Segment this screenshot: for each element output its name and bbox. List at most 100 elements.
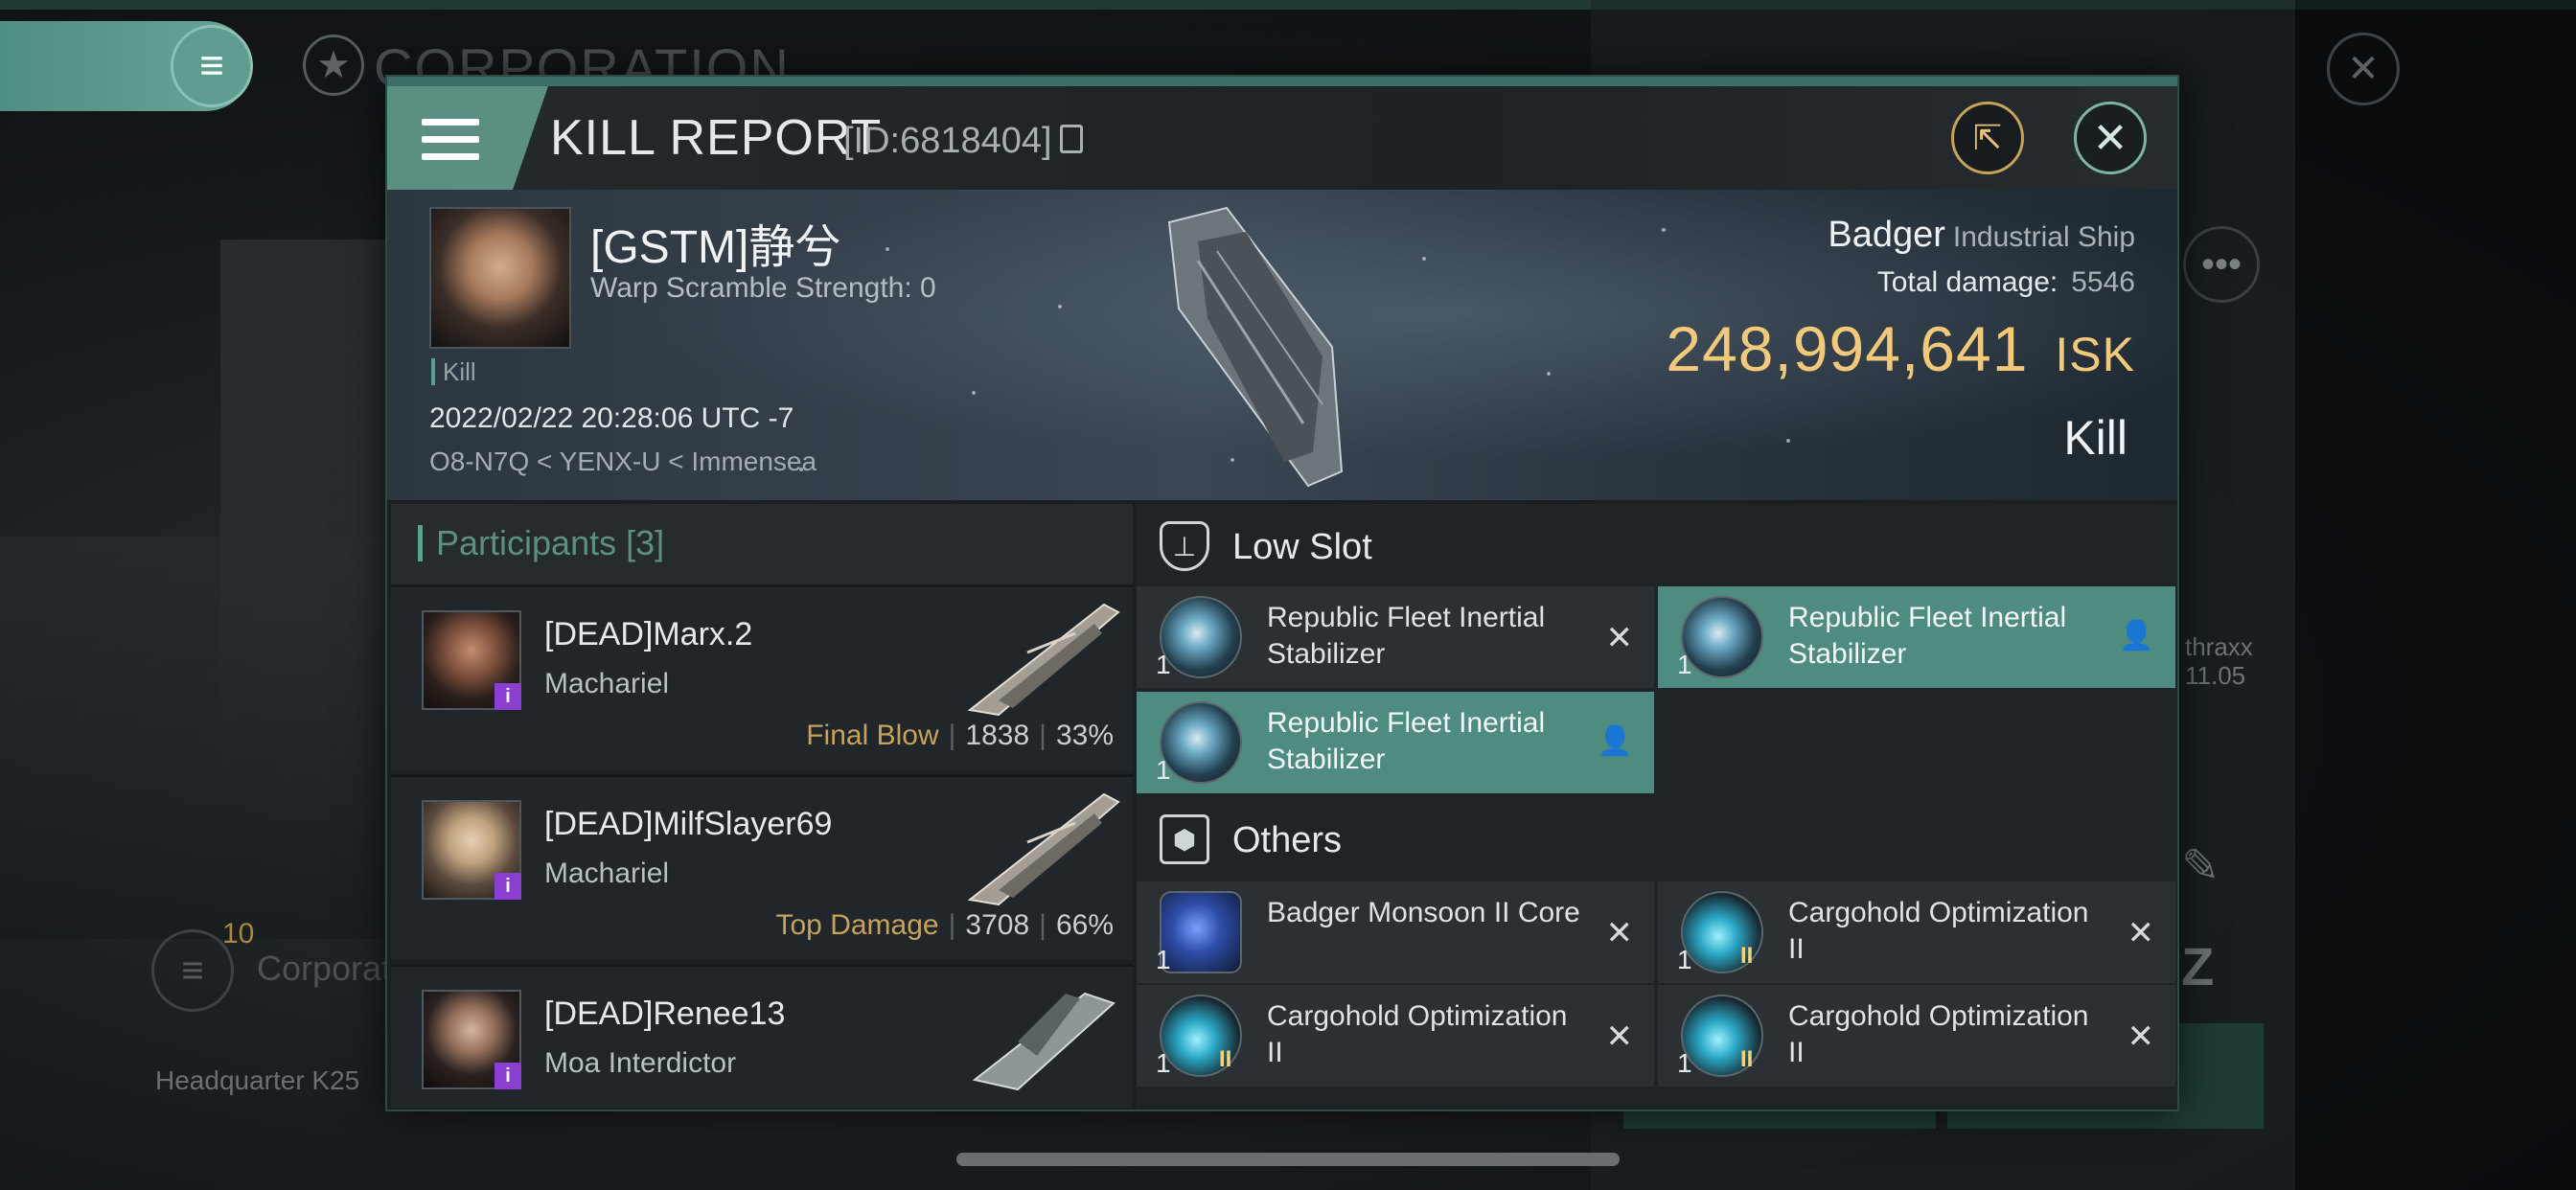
participant-ship: Machariel <box>544 668 670 699</box>
fitting-item[interactable]: 1 Badger Monsoon II Core ✕ <box>1137 881 1654 983</box>
module-icon <box>1160 701 1242 784</box>
participants-panel: Participants [3] i [DEAD]Marx.2 Macharie… <box>391 504 1133 1108</box>
ship-class: Industrial Ship <box>1952 221 2135 253</box>
kill-location[interactable]: O8-N7Q < YENX-U < Immensea <box>429 446 816 477</box>
item-quantity: 1 <box>1156 650 1171 679</box>
victim-ship-image <box>1167 206 1344 488</box>
kill-datetime: 2022/02/22 20:28:06 UTC -7 <box>429 402 794 434</box>
dropped-person-icon: 👤 <box>1597 725 1633 757</box>
isk-unit: ISK <box>2055 328 2135 381</box>
window-accent-line <box>387 77 2177 86</box>
item-name: Cargohold Optimization II <box>1788 897 2089 965</box>
item-quantity: 1 <box>1156 945 1171 974</box>
module-icon <box>1160 596 1242 678</box>
report-id: [ID:6818404] <box>843 121 1052 161</box>
participant-name: [DEAD]Marx.2 <box>544 616 753 652</box>
info-badge-icon: i <box>494 873 521 900</box>
item-name: Republic Fleet Inertial Stabilizer <box>1267 602 1546 670</box>
background-station-structure <box>0 537 383 939</box>
kill-report-window: KILL REPORT [ID:6818404] ⇱ ✕ [GSTM]静兮 Wa… <box>385 75 2179 1111</box>
item-name: Republic Fleet Inertial Stabilizer <box>1267 707 1546 775</box>
participant-damage: 3708 <box>965 909 1030 941</box>
participant-row[interactable]: i [DEAD]Renee13 Moa Interdictor <box>391 964 1133 1108</box>
fitting-item[interactable]: 1 Republic Fleet Inertial Stabilizer ✕ <box>1137 586 1654 688</box>
fitting-panel: ⊥ Low Slot 1 Republic Fleet Inertial Sta… <box>1137 504 2177 1108</box>
background-side-name: thraxx <box>2185 632 2253 661</box>
background-side-text: thraxx 11.05 <box>2185 632 2253 690</box>
participant-ship-image <box>972 992 1116 1091</box>
final-blow-label: Final Blow <box>806 720 939 751</box>
external-link-icon: ⇱ <box>1972 118 2003 157</box>
top-damage-label: Top Damage <box>775 909 939 941</box>
edit-icon[interactable]: ✎ <box>2181 839 2220 893</box>
warp-scramble-strength: Warp Scramble Strength: 0 <box>590 272 936 304</box>
background-close-icon[interactable]: ✕ <box>2327 33 2400 105</box>
tech-level-badge: II <box>1219 1046 1232 1072</box>
destroyed-icon: ✕ <box>2127 915 2155 951</box>
background-headquarter-label: Headquarter K25 <box>155 1065 360 1095</box>
window-title: KILL REPORT <box>550 110 883 166</box>
low-slot-icon: ⊥ <box>1160 521 1209 571</box>
victim-portrait[interactable] <box>429 207 571 349</box>
item-quantity: 1 <box>1156 1048 1171 1078</box>
low-slot-title: Low Slot <box>1232 527 1372 567</box>
core-module-icon <box>1160 891 1242 973</box>
fitting-item[interactable]: 1 II Cargohold Optimization II ✕ <box>1658 881 2175 983</box>
tech-level-badge: II <box>1740 1046 1754 1072</box>
participants-label: Participants <box>436 523 617 562</box>
isk-value: 248,994,641 ISK <box>1666 312 2135 385</box>
destroyed-icon: ✕ <box>1605 620 1634 656</box>
menu-icon <box>422 119 479 161</box>
participant-row[interactable]: i [DEAD]Marx.2 Machariel Final Blow | 1838… <box>391 584 1133 770</box>
item-quantity: 1 <box>1677 1048 1692 1078</box>
background-corp-count: 10 <box>222 918 255 950</box>
total-damage-label: Total damage: <box>1876 266 2058 298</box>
item-quantity: 1 <box>1677 650 1692 679</box>
participant-stats: Top Damage | 3708 | 66% <box>775 909 1115 941</box>
background-side-date: 11.05 <box>2185 661 2246 690</box>
destroyed-icon: ✕ <box>1605 1018 1634 1055</box>
close-button[interactable]: ✕ <box>2074 102 2147 174</box>
participant-row[interactable]: i [DEAD]MilfSlayer69 Machariel Top Damag… <box>391 774 1133 960</box>
info-badge-icon: i <box>494 1063 521 1089</box>
kill-tag: Kill <box>431 358 476 385</box>
fitting-item[interactable]: 1 II Cargohold Optimization II ✕ <box>1137 985 1654 1087</box>
fitting-item[interactable]: 1 Republic Fleet Inertial Stabilizer 👤 <box>1137 692 1654 793</box>
participants-count: [3] <box>626 523 665 562</box>
low-slot-header: ⊥ Low Slot <box>1137 504 2177 584</box>
participants-title: Participants [3] <box>418 525 664 561</box>
ship-name: Badger <box>1828 215 1945 255</box>
item-quantity: 1 <box>1156 755 1171 785</box>
participant-percent: 66% <box>1055 909 1114 941</box>
ship-type[interactable]: Badger Industrial Ship <box>1828 215 2135 256</box>
item-name: Cargohold Optimization II <box>1267 1000 1568 1068</box>
participant-ship: Machariel <box>544 858 670 889</box>
corporation-star-icon: ★ <box>303 34 364 96</box>
copy-icon[interactable] <box>1060 125 1083 153</box>
participant-ship: Moa Interdictor <box>544 1047 737 1079</box>
victim-name[interactable]: [GSTM]静兮 <box>590 209 840 276</box>
share-button[interactable]: ⇱ <box>1951 102 2024 174</box>
destroyed-icon: ✕ <box>2127 1018 2155 1055</box>
item-name: Republic Fleet Inertial Stabilizer <box>1788 602 2067 670</box>
background-corp-label: Corporati <box>257 949 400 988</box>
item-name: Cargohold Optimization II <box>1788 1000 2089 1068</box>
victim-banner: [GSTM]静兮 Warp Scramble Strength: 0 Kill … <box>387 190 2177 500</box>
home-indicator[interactable] <box>956 1153 1620 1166</box>
participant-damage: 1838 <box>965 720 1030 751</box>
fitting-item[interactable]: 1 II Cargohold Optimization II ✕ <box>1658 985 2175 1087</box>
more-options-icon[interactable]: ••• <box>2183 226 2260 303</box>
cargo-cube-icon: ⬢ <box>1160 814 1209 864</box>
item-quantity: 1 <box>1677 945 1692 974</box>
module-icon <box>1681 596 1763 678</box>
background-menu-icon[interactable]: ≡ <box>171 25 253 107</box>
isk-amount: 248,994,641 <box>1666 313 2029 384</box>
settings-z-icon[interactable]: Z <box>2181 935 2214 997</box>
destroyed-icon: ✕ <box>1605 915 1634 951</box>
result-label: Kill <box>2063 411 2128 465</box>
fitting-item[interactable]: 1 Republic Fleet Inertial Stabilizer 👤 <box>1658 586 2175 688</box>
others-title: Others <box>1232 820 1343 860</box>
total-damage-value: 5546 <box>2071 266 2135 298</box>
info-badge-icon: i <box>494 683 521 710</box>
participant-ship-image <box>967 792 1120 906</box>
